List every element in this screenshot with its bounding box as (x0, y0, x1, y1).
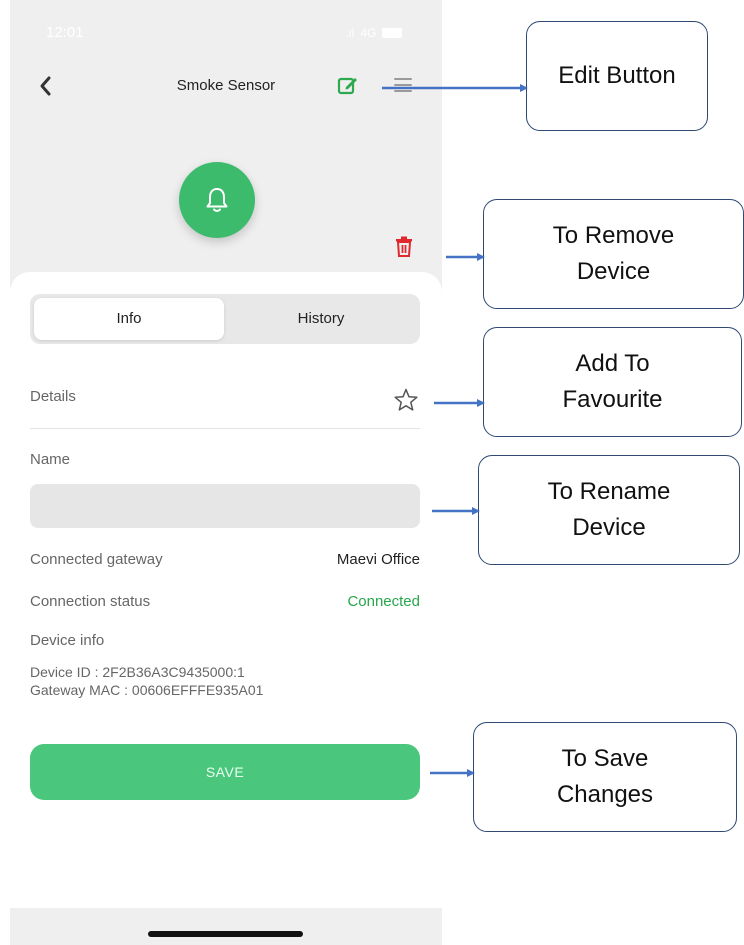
status-bar: 12:01 .ıl 4G (10, 22, 442, 48)
annotation-line: To Remove (552, 222, 675, 249)
signal-icon: .ıl (345, 26, 355, 40)
annotation-line: To Rename (547, 478, 671, 505)
gateway-label: Connected gateway (30, 551, 163, 568)
annotation-text-block: Add To Favourite (562, 346, 662, 418)
annotation-remove-device: To Remove Device (483, 199, 744, 309)
menu-line (394, 90, 412, 92)
annotation-line: Favourite (562, 386, 663, 413)
annotation-add-favourite: Add To Favourite (483, 327, 742, 437)
phone-screen: 12:01 .ıl 4G Smoke Sensor Info History D… (10, 0, 442, 945)
annotation-line: Device (576, 258, 651, 285)
annotation-text-block: To Save Changes (557, 741, 653, 813)
page-title: Smoke Sensor (176, 77, 276, 94)
device-card: Info History Details Name Connected gate… (10, 272, 442, 922)
home-indicator (148, 931, 303, 937)
connection-status-value: Connected (347, 593, 420, 610)
tab-history[interactable]: History (226, 298, 416, 340)
annotation-line: Changes (556, 781, 654, 808)
details-label: Details (30, 388, 76, 405)
edit-square-icon (337, 77, 357, 95)
trash-icon (396, 236, 412, 257)
device-id-text: Device ID : 2F2B36A3C9435000:1 (30, 664, 245, 680)
save-button[interactable]: SAVE (30, 744, 420, 800)
status-time: 12:01 (46, 24, 84, 41)
battery-icon (382, 28, 403, 38)
edit-button[interactable] (337, 74, 359, 96)
menu-button[interactable] (394, 78, 412, 94)
annotation-edit-button: Edit Button (526, 21, 708, 131)
bell-icon (206, 188, 228, 212)
annotation-line: To Save (561, 745, 649, 772)
annotation-line: Device (572, 514, 646, 541)
annotation-line: Add To (575, 350, 650, 377)
gateway-value: Maevi Office (336, 551, 420, 568)
menu-line (394, 84, 412, 86)
star-outline-icon (394, 388, 418, 411)
tab-info[interactable]: Info (34, 298, 224, 340)
details-row: Details (30, 378, 420, 429)
gateway-row: Connected gateway Maevi Office (30, 551, 420, 571)
name-label: Name (30, 451, 71, 468)
annotation-text: Edit Button (558, 62, 676, 89)
remove-device-button[interactable] (394, 235, 414, 259)
device-status-icon (179, 162, 255, 238)
bottom-bar (10, 908, 442, 945)
tab-switcher: Info History (30, 294, 420, 344)
annotation-rename-device: To Rename Device (478, 455, 740, 565)
device-info-label: Device info (30, 632, 105, 649)
connection-status-row: Connection status Connected (30, 593, 420, 613)
annotation-text-block: To Remove Device (553, 218, 674, 290)
nav-bar: Smoke Sensor (10, 70, 442, 104)
annotation-text-block: To Rename Device (548, 474, 671, 546)
connection-status-label: Connection status (30, 593, 151, 610)
network-label: 4G (360, 26, 377, 40)
annotation-save-changes: To Save Changes (473, 722, 737, 832)
favourite-button[interactable] (393, 387, 419, 413)
name-input[interactable] (30, 484, 420, 528)
gateway-mac-text: Gateway MAC : 00606EFFFE935A01 (30, 682, 264, 698)
menu-line (394, 78, 412, 80)
status-indicators: .ıl 4G (345, 26, 403, 40)
